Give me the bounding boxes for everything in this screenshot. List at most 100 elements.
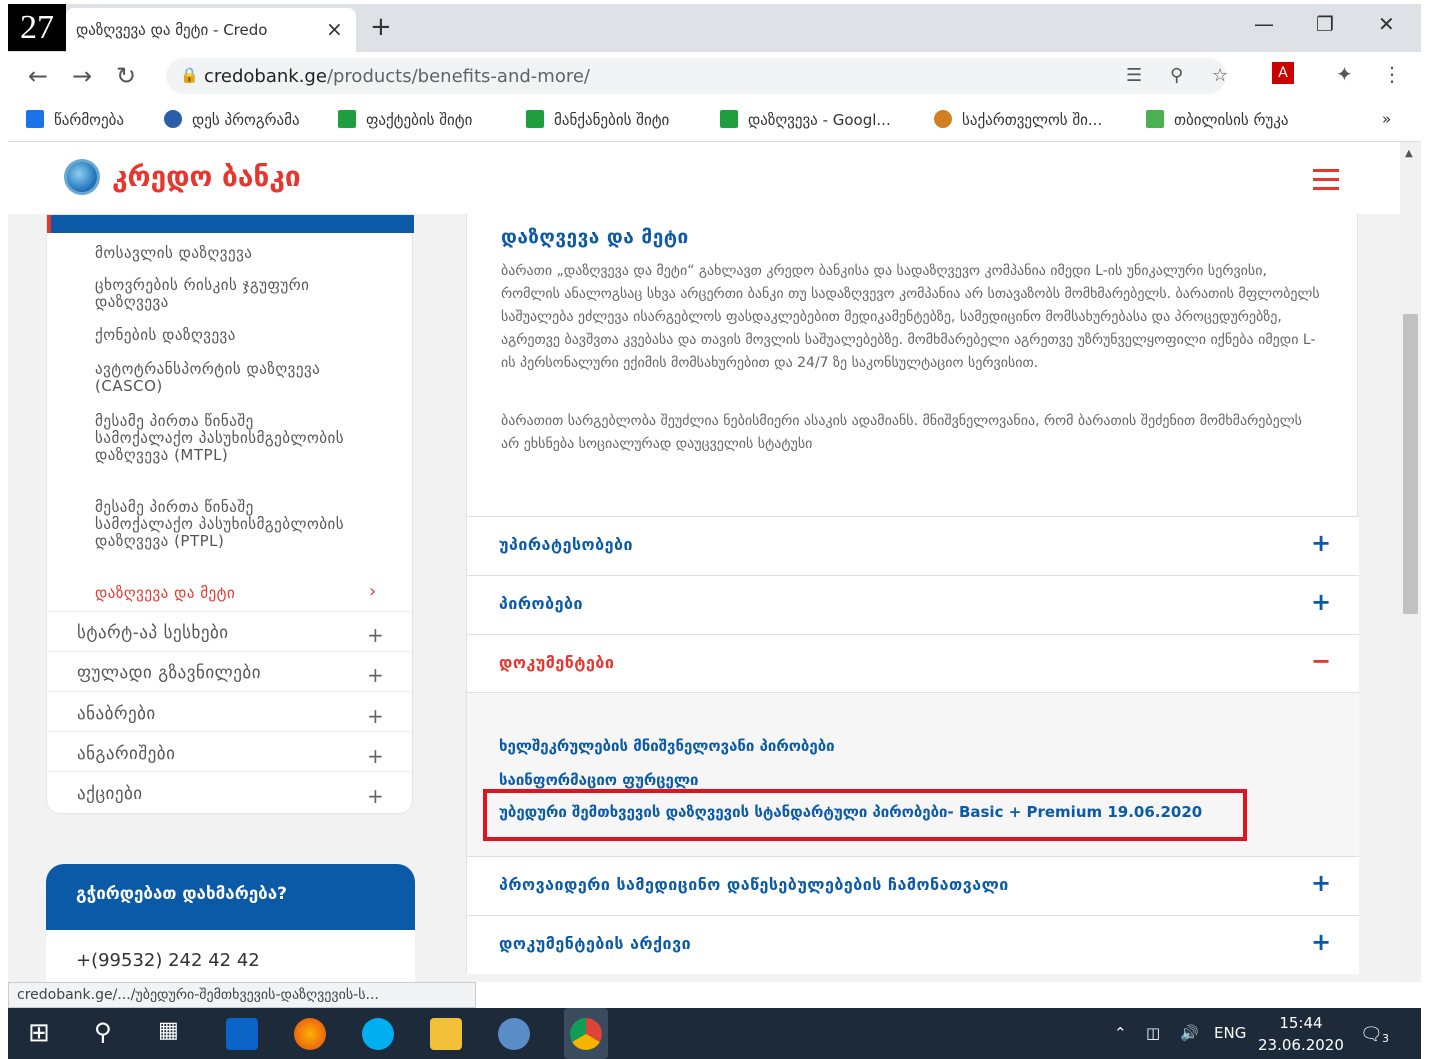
expand-plus-icon[interactable]: + xyxy=(1311,869,1331,897)
bookmark-icon xyxy=(526,110,544,128)
accordion-conditions[interactable]: პირობები + xyxy=(467,575,1359,634)
bookmark-item[interactable]: თბილისის რუკა xyxy=(1146,110,1289,129)
documents-panel: ხელშეკრულების მნიშვნელოვანი პირობები საი… xyxy=(467,692,1359,856)
pdf-extension-icon[interactable]: A xyxy=(1272,62,1294,84)
tab-title: დაზღვევა და მეტი - Credo xyxy=(76,21,268,39)
help-banner[interactable]: გჭირდებათ დახმარება? xyxy=(46,864,415,930)
sidebar-subitem[interactable]: მესამე პირთა წინაშე სამოქალაქო პასუხისმგ… xyxy=(95,413,345,464)
sidebar-subitem[interactable]: მოსავლის დაზღვევა xyxy=(95,245,345,262)
clock[interactable]: 15:44 23.06.2020 xyxy=(1258,1012,1344,1056)
expand-plus-icon[interactable]: + xyxy=(367,744,384,768)
bookmark-item[interactable]: ფაქტების შიტი xyxy=(338,110,472,129)
divider xyxy=(47,651,414,652)
sidebar-category[interactable]: სტარტ-აპ სესხები + xyxy=(77,623,397,663)
new-tab-button[interactable]: + xyxy=(370,12,392,42)
scroll-up-arrow-icon[interactable]: ▲ xyxy=(1405,148,1413,159)
phone-number[interactable]: +(99532) 242 42 42 xyxy=(76,950,260,971)
outlook-icon[interactable] xyxy=(226,1018,258,1050)
logo-icon[interactable] xyxy=(64,159,100,195)
help-question: გჭირდებათ დახმარება? xyxy=(76,884,287,904)
expand-plus-icon[interactable]: + xyxy=(1311,588,1331,616)
sidebar-subitem[interactable]: მესამე პირთა წინაშე სამოქალაქო პასუხისმგ… xyxy=(95,499,345,550)
accordion-documents-archive[interactable]: დოკუმენტების არქივი + xyxy=(467,915,1359,974)
language-indicator[interactable]: ENG xyxy=(1214,1024,1246,1042)
zoom-icon[interactable]: ⚲ xyxy=(1170,65,1183,86)
accordion-label: უპირატესობები xyxy=(499,535,633,554)
paint-icon[interactable] xyxy=(498,1018,530,1050)
bookmark-item[interactable]: წარმოება xyxy=(26,110,124,129)
sidebar-subitem-active[interactable]: დაზღვევა და მეტი xyxy=(95,585,345,602)
lock-icon[interactable]: 🔒 xyxy=(180,66,199,84)
windows-start-icon[interactable]: ⊞ xyxy=(28,1018,60,1050)
document-link[interactable]: საინფორმაციო ფურცელი xyxy=(499,771,699,791)
volume-icon[interactable]: 🔊 xyxy=(1180,1024,1199,1042)
description-paragraph: ბარათი „დაზღვევა და მეტი“ გახლავთ კრედო … xyxy=(501,263,1320,371)
expand-plus-icon[interactable]: + xyxy=(367,704,384,728)
accordion-providers[interactable]: პროვაიდერი სამედიცინო დაწესებულებების ჩა… xyxy=(467,856,1359,915)
firefox-icon[interactable] xyxy=(294,1018,326,1050)
skype-icon[interactable] xyxy=(362,1018,394,1050)
reload-icon[interactable]: ↻ xyxy=(116,62,136,90)
search-icon[interactable]: ⚲ xyxy=(94,1018,126,1050)
minimize-icon[interactable]: — xyxy=(1254,12,1274,36)
phone-box: +(99532) 242 42 42 xyxy=(46,930,415,982)
collapse-minus-icon[interactable]: − xyxy=(1311,647,1331,675)
bookmark-star-icon[interactable]: ☆ xyxy=(1212,65,1228,86)
expand-plus-icon[interactable]: + xyxy=(367,623,384,647)
expand-plus-icon[interactable]: + xyxy=(1311,529,1331,557)
notification-icon[interactable]: 🗨 xyxy=(1360,1024,1383,1045)
divider xyxy=(47,611,414,612)
bookmark-icon xyxy=(720,110,738,128)
expand-plus-icon[interactable]: + xyxy=(367,663,384,687)
network-icon[interactable]: ◫ xyxy=(1146,1024,1160,1042)
accordion-advantages[interactable]: უპირატესობები + xyxy=(467,516,1359,575)
accordion-documents[interactable]: დოკუმენტები − xyxy=(467,634,1359,693)
sidebar-category[interactable]: ანაბრები + xyxy=(77,704,397,744)
site-logo[interactable]: კრედო ბანკი xyxy=(112,160,301,193)
bookmark-item[interactable]: საქართველოს ში... xyxy=(934,110,1102,129)
close-window-icon[interactable]: ✕ xyxy=(1378,12,1395,36)
forward-icon[interactable]: → xyxy=(72,62,92,90)
bookmark-item[interactable]: დაზღვევა - Googl... xyxy=(720,110,891,129)
sidebar-subitem[interactable]: ავტოტრანსპორტის დაზღვევა (CASCO) xyxy=(95,361,345,395)
description-paragraph: ბარათით სარგებლობა შეუძლია ნებისმიერი ას… xyxy=(501,413,1302,452)
clock-date: 23.06.2020 xyxy=(1258,1036,1344,1054)
accordion-label: პირობები xyxy=(499,594,583,613)
sidebar-active-category[interactable] xyxy=(47,215,414,233)
expand-plus-icon[interactable]: + xyxy=(367,784,384,808)
bookmarks-bar: წარმოება დეს პროგრამა ფაქტების შიტი მანქ… xyxy=(8,100,1421,142)
bookmarks-more-icon[interactable]: » xyxy=(1382,110,1391,128)
browser-toolbar: ← → ↻ 🔒 credobank.ge/products/benefits-a… xyxy=(8,52,1421,100)
accordion-label: პროვაიდერი სამედიცინო დაწესებულებების ჩა… xyxy=(499,875,1009,894)
sidebar-category[interactable]: ანგარიშები + xyxy=(77,744,397,784)
tray-chevron-icon[interactable]: ⌃ xyxy=(1114,1024,1127,1042)
file-explorer-icon[interactable] xyxy=(430,1018,462,1050)
sidebar-category[interactable]: ფულადი გზავნილები + xyxy=(77,663,397,703)
page-scrollbar[interactable]: ▲ xyxy=(1400,142,1421,982)
task-view-icon[interactable]: ▦ xyxy=(158,1018,190,1050)
address-bar[interactable]: 🔒 credobank.ge/products/benefits-and-mor… xyxy=(166,58,1228,94)
url-text[interactable]: credobank.ge/products/benefits-and-more/ xyxy=(204,66,590,87)
hamburger-menu-icon[interactable] xyxy=(1313,169,1339,190)
expand-plus-icon[interactable]: + xyxy=(1311,928,1331,956)
menu-dots-icon[interactable]: ⋮ xyxy=(1382,62,1402,86)
sidebar-subitem[interactable]: ცხოვრების რისკის ჯგუფური დაზღვევა xyxy=(95,277,345,311)
extension-icon[interactable]: ✦ xyxy=(1336,62,1353,86)
bookmark-icon xyxy=(934,110,952,128)
sidebar-category[interactable]: აქციები + xyxy=(77,784,397,824)
bookmark-item[interactable]: მანქანების შიტი xyxy=(526,110,669,129)
divider xyxy=(47,731,414,732)
restore-icon[interactable]: ❐ xyxy=(1316,12,1334,36)
sidebar-subitem[interactable]: ქონების დაზღვევა xyxy=(95,327,345,344)
web-page: კრედო ბანკი მოსავლის დაზღვევა ცხოვრების … xyxy=(8,142,1421,982)
browser-tab[interactable]: დაზღვევა და მეტი - Credo × xyxy=(66,8,356,52)
bookmark-icon xyxy=(26,110,44,128)
back-icon[interactable]: ← xyxy=(28,62,48,90)
chrome-icon[interactable] xyxy=(570,1018,602,1050)
clock-time: 15:44 xyxy=(1279,1014,1323,1032)
scrollbar-thumb[interactable] xyxy=(1403,314,1418,614)
tab-close-icon[interactable]: × xyxy=(326,17,343,41)
bookmark-item[interactable]: დეს პროგრამა xyxy=(164,110,300,129)
document-link[interactable]: ხელშეკრულების მნიშვნელოვანი პირობები xyxy=(499,737,835,755)
translate-icon[interactable]: ☰ xyxy=(1126,65,1142,86)
